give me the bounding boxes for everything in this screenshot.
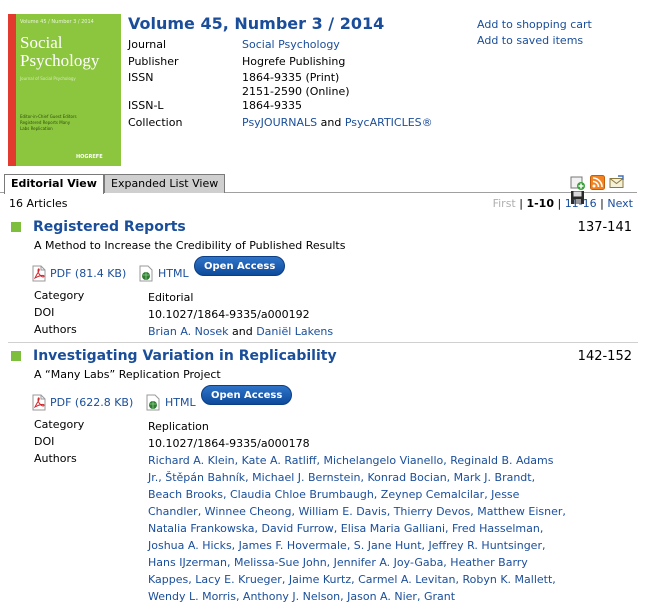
toolbar-icons	[569, 175, 637, 204]
pagination: First | 1-10 | 11-16 | Next	[493, 197, 633, 210]
add-to-saved-link[interactable]: Add to saved items	[477, 33, 592, 49]
html-link[interactable]: HTML	[158, 267, 189, 280]
issue-actions: Add to shopping cart Add to saved items	[477, 17, 592, 49]
article-pages: 142-152	[577, 349, 632, 364]
pager-next[interactable]: Next	[607, 197, 633, 210]
category-label: Category	[34, 289, 85, 302]
collection-and: and	[317, 116, 345, 129]
pdf-icon[interactable]	[31, 265, 47, 282]
journal-label: Journal	[128, 38, 167, 51]
collection-label: Collection	[128, 116, 183, 129]
article-marker	[11, 222, 21, 232]
publisher-label: Publisher	[128, 55, 179, 68]
doi-value: 10.1027/1864-9335/a000178	[148, 437, 310, 450]
article-item: Investigating Variation in Replicability…	[0, 348, 645, 603]
volume-title: Volume 45, Number 3 / 2014	[128, 14, 385, 33]
pager-current-range: 1-10	[526, 197, 554, 210]
pager-sep: |	[596, 197, 608, 210]
doi-label: DOI	[34, 306, 55, 319]
article-pages: 137-141	[577, 220, 632, 235]
author-link[interactable]: Daniël Lakens	[256, 325, 333, 338]
open-access-button[interactable]: Open Access	[201, 385, 293, 405]
cover-stripe	[8, 14, 16, 166]
collection-values: PsyJOURNALS and PsycARTICLES®	[242, 116, 433, 130]
cover-title: Social Psychology	[20, 34, 117, 70]
pager-sep: |	[515, 197, 527, 210]
article-title-link[interactable]: Registered Reports	[33, 219, 186, 235]
tab-editorial-view[interactable]: Editorial View	[4, 174, 104, 194]
tab-expanded-list-view[interactable]: Expanded List View	[104, 174, 226, 193]
article-item: Registered Reports 137-141 A Method to I…	[0, 219, 645, 343]
email-icon[interactable]	[609, 175, 624, 190]
article-subtitle: A “Many Labs” Replication Project	[34, 368, 221, 381]
journal-cover-image[interactable]: Volume 45 / Number 3 / 2014 Social Psych…	[8, 14, 121, 166]
issnl-value: 1864-9335	[242, 99, 302, 112]
pager-next-range[interactable]: 11-16	[565, 197, 597, 210]
add-to-cart-link[interactable]: Add to shopping cart	[477, 17, 592, 33]
article-separator	[8, 342, 638, 343]
issn-online: 2151-2590 (Online)	[242, 85, 350, 98]
cover-subtitle: Journal of Social Psychology	[20, 76, 76, 81]
rss-icon[interactable]	[589, 175, 605, 190]
html-icon[interactable]	[138, 265, 154, 282]
issn-print: 1864-9335 (Print)	[242, 71, 340, 84]
authors-value: Brian A. Nosek and Daniël Lakens	[148, 323, 568, 340]
category-label: Category	[34, 418, 85, 431]
article-title-link[interactable]: Investigating Variation in Replicability	[33, 348, 337, 364]
pager-first: First	[492, 197, 516, 210]
pdf-link[interactable]: PDF (81.4 KB)	[50, 267, 126, 280]
pager-sep: |	[553, 197, 565, 210]
add-icon[interactable]	[570, 175, 585, 190]
category-value: Replication	[148, 420, 209, 433]
cover-body-text: Editor-in-Chief Guest Editors Registered…	[20, 114, 77, 131]
open-access-button[interactable]: Open Access	[194, 256, 286, 276]
html-link[interactable]: HTML	[165, 396, 196, 409]
authors-label: Authors	[34, 323, 77, 336]
cover-title-line1: Social	[20, 33, 63, 52]
html-icon[interactable]	[145, 394, 161, 411]
pdf-icon[interactable]	[31, 394, 47, 411]
article-subtitle: A Method to Increase the Credibility of …	[34, 239, 346, 252]
cover-volume-text: Volume 45 / Number 3 / 2014	[20, 19, 94, 25]
collection-link-psycarticles[interactable]: PsycARTICLES®	[345, 116, 433, 129]
issnl-label: ISSN-L	[128, 99, 164, 112]
cover-title-line2: Psychology	[20, 51, 100, 70]
article-count: 16 Articles	[9, 197, 68, 210]
doi-label: DOI	[34, 435, 55, 448]
journal-link[interactable]: Social Psychology	[242, 38, 340, 52]
cover-publisher-mark: HOGREFE	[76, 154, 103, 160]
issn-values: 1864-9335 (Print) 2151-2590 (Online)	[242, 71, 350, 99]
authors-links[interactable]: Richard A. Klein, Kate A. Ratliff, Miche…	[148, 452, 568, 605]
authors-and: and	[228, 325, 257, 338]
view-tabbar: Editorial View Expanded List View	[0, 171, 637, 204]
category-value: Editorial	[148, 291, 194, 304]
publisher-value: Hogrefe Publishing	[242, 55, 346, 68]
pdf-link[interactable]: PDF (622.8 KB)	[50, 396, 133, 409]
doi-value: 10.1027/1864-9335/a000192	[148, 308, 310, 321]
collection-link-psyjournals[interactable]: PsyJOURNALS	[242, 116, 317, 129]
article-marker	[11, 351, 21, 361]
issn-label: ISSN	[128, 71, 154, 84]
author-link[interactable]: Brian A. Nosek	[148, 325, 229, 338]
authors-label: Authors	[34, 452, 77, 465]
